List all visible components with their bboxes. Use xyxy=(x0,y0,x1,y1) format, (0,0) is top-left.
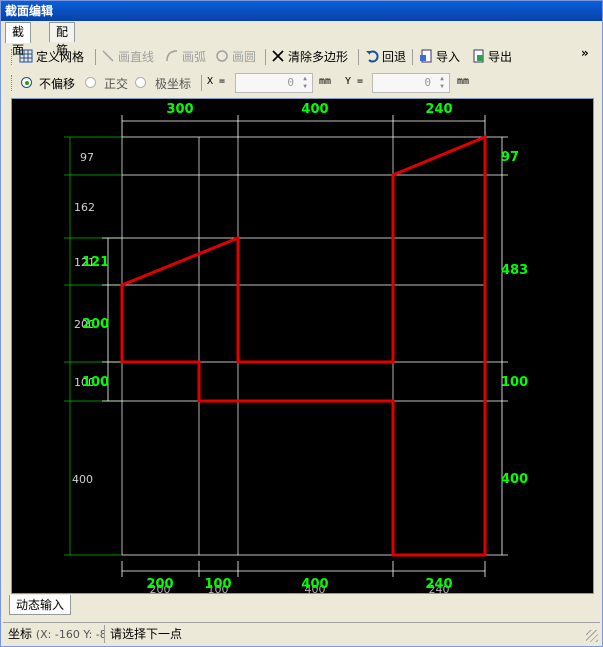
left-dim-label: 400 xyxy=(72,473,93,486)
import-icon xyxy=(420,49,432,63)
x-label: X = xyxy=(207,76,226,87)
tab-dynamic-input[interactable]: 动态输入 xyxy=(9,595,72,615)
top-dim-lines xyxy=(121,115,486,137)
import-button[interactable]: 导入 xyxy=(419,47,460,67)
draw-arc-label: 画弧 xyxy=(182,50,207,64)
undo-label: 回退 xyxy=(382,50,407,64)
circle-icon xyxy=(216,50,228,62)
grid-lines xyxy=(121,136,486,556)
no-offset-radio[interactable] xyxy=(21,77,32,88)
y-spinner[interactable]: ▲ ▼ xyxy=(436,75,448,91)
draw-line-button[interactable]: 画直线 xyxy=(101,47,154,67)
drawing-canvas[interactable]: 300 400 240 97 483 100 400 97 162 121 20… xyxy=(11,98,594,594)
top-dim-label: 300 xyxy=(166,102,193,117)
undo-button[interactable]: 回退 xyxy=(365,47,406,67)
status-coord-value: (X: -160 Y: -8: xyxy=(35,628,105,641)
status-bar: 坐标 (X: -160 Y: -8: 请选择下一点 xyxy=(3,622,600,644)
define-grid-button[interactable]: 定义网格 xyxy=(19,47,84,67)
top-dim-label: 400 xyxy=(301,102,328,117)
import-label: 导入 xyxy=(436,50,461,64)
export-button[interactable]: 导出 xyxy=(471,47,512,67)
draw-circle-label: 画圆 xyxy=(232,50,257,64)
draw-circle-button[interactable]: 画圆 xyxy=(215,47,256,67)
x-value: 0 xyxy=(287,76,294,89)
bottom-dim-label-green: 400 xyxy=(301,577,328,592)
section-outline[interactable] xyxy=(120,134,487,557)
bottom-dim-lines xyxy=(121,561,486,577)
export-label: 导出 xyxy=(488,50,513,64)
draw-line-label: 画直线 xyxy=(118,50,155,64)
x-unit: mm xyxy=(319,76,332,87)
toolbar-separator xyxy=(95,49,96,65)
left-dim-label-green: 121 xyxy=(82,255,109,270)
toolbar-separator xyxy=(358,49,359,65)
top-dim-label: 240 xyxy=(425,102,452,117)
y-label: Y = xyxy=(345,76,364,87)
draw-arc-button[interactable]: 画弧 xyxy=(165,47,206,67)
options-separator xyxy=(201,75,202,91)
toolbar-separator xyxy=(412,49,413,65)
right-dim-labels: 97 483 100 400 xyxy=(501,150,528,487)
polar-radio[interactable] xyxy=(135,77,146,88)
left-dim-label: 162 xyxy=(74,201,95,214)
orthogonal-radio[interactable] xyxy=(85,77,96,88)
right-dim-lines xyxy=(485,136,508,556)
y-unit: mm xyxy=(457,76,470,87)
resize-grip-icon[interactable] xyxy=(586,630,598,642)
x-input[interactable]: 0 ▲ ▼ xyxy=(235,73,313,93)
orthogonal-label: 正交 xyxy=(104,77,129,91)
right-dim-label: 97 xyxy=(501,150,519,165)
left-dim-label: 97 xyxy=(80,151,94,164)
status-coord-label: 坐标 xyxy=(8,627,33,641)
top-dim-labels: 300 400 240 xyxy=(166,102,452,117)
toolbar: 定义网格 画直线 画弧 画圆 清除多边形 回退 导入 导出 » xyxy=(9,45,596,69)
bottom-dim-label-green: 200 xyxy=(146,577,173,592)
left-dim-lines xyxy=(64,136,122,556)
arc-icon xyxy=(166,50,178,62)
window-title: 截面编辑 xyxy=(1,1,602,21)
line-icon xyxy=(102,50,114,62)
options-bar: 不偏移 正交 极坐标 X = 0 ▲ ▼ mm Y = 0 ▲ ▼ mm xyxy=(9,71,596,95)
right-dim-label: 483 xyxy=(501,263,528,278)
y-value: 0 xyxy=(424,76,431,89)
status-coordinates: 坐标 (X: -160 Y: -8: xyxy=(5,625,105,643)
toolbar-separator xyxy=(265,49,266,65)
bottom-dim-labels-white: 200 100 400 240 xyxy=(150,583,450,593)
status-message: 请选择下一点 xyxy=(110,627,183,641)
left-dim-label-green: 100 xyxy=(82,375,109,390)
clear-x-icon xyxy=(272,50,284,62)
section-drawing[interactable]: 300 400 240 97 483 100 400 97 162 121 20… xyxy=(12,99,593,593)
right-dim-label: 400 xyxy=(501,472,528,487)
clear-polygon-label: 清除多边形 xyxy=(288,50,349,64)
tab-section[interactable]: 截面 xyxy=(5,22,32,57)
no-offset-label: 不偏移 xyxy=(39,77,76,91)
tab-reinforcement[interactable]: 配筋 xyxy=(49,22,76,57)
bottom-dim-labels-green: 200 100 400 240 xyxy=(146,577,452,592)
toolbar-overflow-button[interactable]: » xyxy=(581,43,589,63)
x-spinner[interactable]: ▲ ▼ xyxy=(299,75,311,91)
bottom-dim-label-green: 100 xyxy=(204,577,231,592)
right-dim-label: 100 xyxy=(501,375,528,390)
y-input[interactable]: 0 ▲ ▼ xyxy=(372,73,450,93)
export-icon xyxy=(473,49,484,63)
undo-icon xyxy=(366,50,379,63)
options-grip[interactable] xyxy=(11,75,14,91)
section-editor-window: 截面编辑 截面 配筋 定义网格 画直线 画弧 画圆 清除多边形 回退 导入 导出… xyxy=(0,0,603,647)
polar-label: 极坐标 xyxy=(155,77,192,91)
bottom-dim-label-green: 240 xyxy=(425,577,452,592)
left-dim-labels-green: 121 200 100 xyxy=(82,255,109,390)
define-grid-label: 定义网格 xyxy=(36,50,85,64)
clear-polygon-button[interactable]: 清除多边形 xyxy=(271,47,348,67)
left-dim-label-green: 200 xyxy=(82,317,109,332)
